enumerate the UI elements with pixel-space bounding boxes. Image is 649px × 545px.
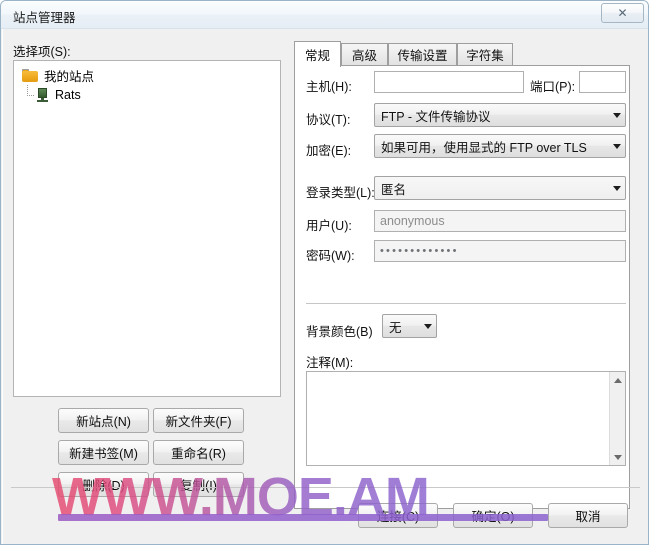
comments-scrollbar[interactable] <box>609 372 625 465</box>
tree-item-rats[interactable]: Rats <box>14 85 280 105</box>
title-bar: 站点管理器 ✕ <box>1 1 648 29</box>
chevron-down-icon <box>608 185 625 191</box>
encryption-dropdown[interactable]: 如果可用，使用显式的 FTP over TLS <box>374 134 626 158</box>
chevron-down-icon <box>608 143 625 149</box>
protocol-label: 协议(T): <box>306 113 351 127</box>
user-input[interactable] <box>374 210 626 232</box>
tab-charset[interactable]: 字符集 <box>457 43 513 65</box>
new-site-button[interactable]: 新站点(N) <box>58 408 149 433</box>
new-folder-button[interactable]: 新文件夹(F) <box>153 408 244 433</box>
cancel-button[interactable]: 取消 <box>548 503 628 528</box>
connect-button[interactable]: 连接(C) <box>358 503 438 528</box>
rename-button[interactable]: 重命名(R) <box>153 440 244 465</box>
scroll-up-icon[interactable] <box>610 372 625 388</box>
dialog-client-area: 选择项(S): 我的站点 Rats 新站点(N) 新文件夹(F) 新建书签(M)… <box>3 29 648 544</box>
host-label: 主机(H): <box>306 80 352 94</box>
close-button[interactable]: ✕ <box>601 3 644 23</box>
screenshot-root: 站点管理器 ✕ 选择项(S): 我的站点 Rats 新站点(N) 新文件夹(F)… <box>0 0 649 545</box>
port-label: 端口(P): <box>530 80 576 94</box>
site-tree[interactable]: 我的站点 Rats <box>13 60 281 397</box>
password-input[interactable] <box>374 240 626 262</box>
password-label: 密码(W): <box>306 249 355 263</box>
server-icon <box>36 88 49 102</box>
tab-transfer-settings[interactable]: 传输设置 <box>388 43 457 65</box>
user-label: 用户(U): <box>306 219 352 233</box>
section-divider <box>306 303 626 304</box>
window-title: 站点管理器 <box>13 11 76 25</box>
background-color-dropdown[interactable]: 无 <box>382 314 437 338</box>
protocol-dropdown[interactable]: FTP - 文件传输协议 <box>374 103 626 127</box>
encryption-value: 如果可用，使用显式的 FTP over TLS <box>381 140 587 155</box>
new-bookmark-button[interactable]: 新建书签(M) <box>58 440 149 465</box>
ok-button[interactable]: 确定(O) <box>453 503 533 528</box>
duplicate-button[interactable]: 复制(I) <box>153 472 244 497</box>
comments-label: 注释(M): <box>306 356 354 370</box>
select-entry-label: 选择项(S): <box>13 45 71 59</box>
folder-icon <box>22 68 38 82</box>
scroll-down-icon[interactable] <box>610 449 625 465</box>
active-tab-seam <box>295 64 335 66</box>
logon-type-label: 登录类型(L): <box>306 186 375 200</box>
site-manager-window: 站点管理器 ✕ 选择项(S): 我的站点 Rats 新站点(N) 新文件夹(F)… <box>0 0 649 545</box>
tab-strip: 常规 高级 传输设置 字符集 <box>294 41 630 67</box>
port-input[interactable] <box>579 71 626 93</box>
tree-item-my-sites[interactable]: 我的站点 <box>14 65 280 85</box>
delete-button[interactable]: 删除(D) <box>58 472 149 497</box>
tree-item-label: Rats <box>55 88 81 102</box>
logon-type-dropdown[interactable]: 匿名 <box>374 176 626 200</box>
tree-guide-horizontal <box>27 95 34 96</box>
comments-textarea[interactable] <box>306 371 626 466</box>
background-color-label: 背景颜色(B) <box>306 325 373 339</box>
encryption-label: 加密(E): <box>306 144 352 158</box>
tab-advanced[interactable]: 高级 <box>341 43 388 65</box>
logon-type-value: 匿名 <box>381 182 407 197</box>
chevron-down-icon <box>419 323 436 329</box>
background-color-value: 无 <box>389 320 402 335</box>
close-icon: ✕ <box>617 6 628 20</box>
bottom-divider <box>11 487 640 488</box>
chevron-down-icon <box>608 112 625 118</box>
host-input[interactable] <box>374 71 524 93</box>
tree-item-label: 我的站点 <box>44 69 95 84</box>
protocol-value: FTP - 文件传输协议 <box>381 109 491 124</box>
